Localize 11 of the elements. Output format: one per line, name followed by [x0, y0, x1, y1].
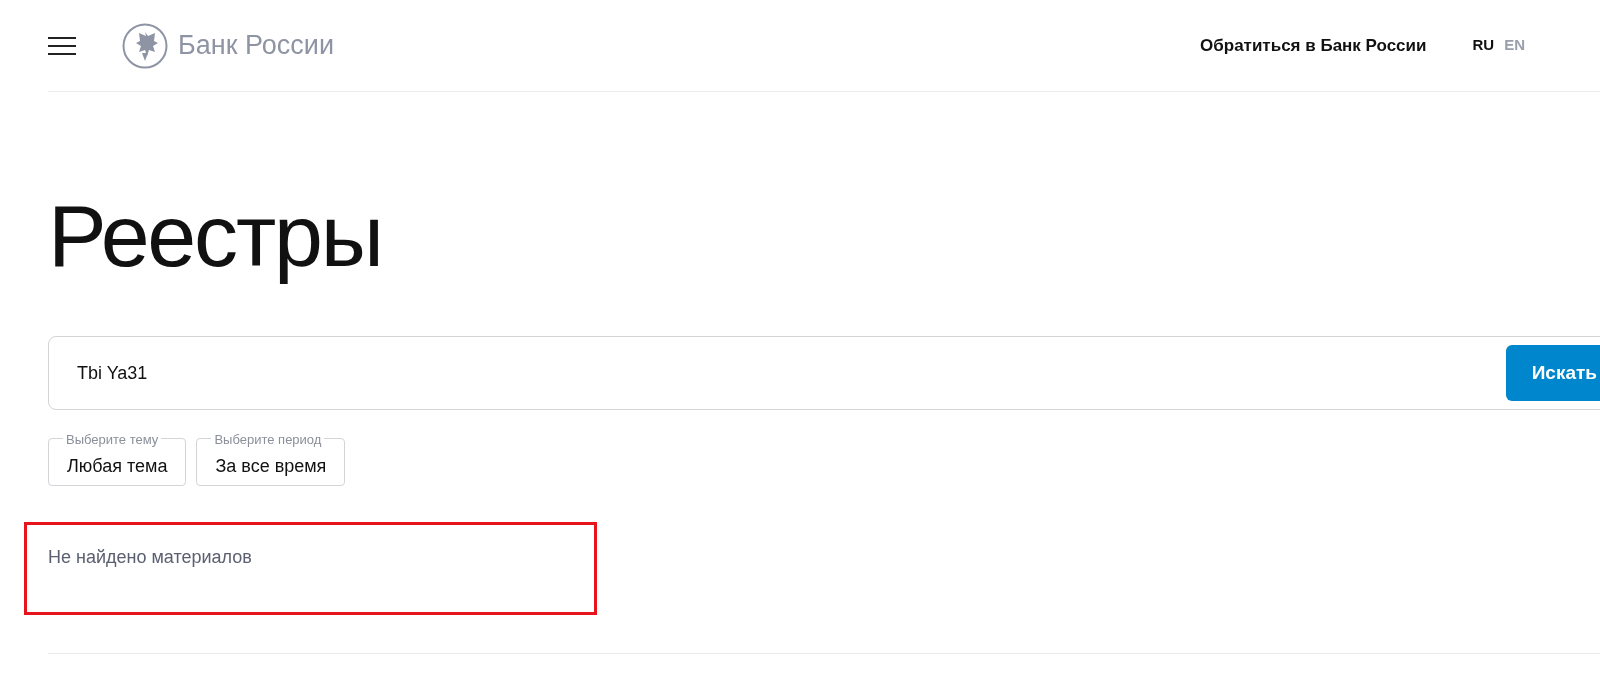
contact-link[interactable]: Обратиться в Банк России — [1200, 32, 1427, 59]
menu-icon[interactable] — [48, 36, 76, 55]
logo-text: Банк России — [178, 29, 334, 63]
search-field[interactable]: Tbi Ya31 Искать — [48, 336, 1600, 410]
filter-value: Любая тема — [67, 456, 168, 476]
eagle-emblem-icon — [122, 22, 168, 69]
search-button[interactable]: Искать — [1505, 345, 1600, 401]
filter-value: За все время — [215, 456, 327, 476]
no-results-message: Не найдено материалов — [48, 546, 253, 569]
language-link[interactable]: RU — [1472, 34, 1495, 57]
search-value: Tbi Ya31 — [77, 361, 148, 385]
